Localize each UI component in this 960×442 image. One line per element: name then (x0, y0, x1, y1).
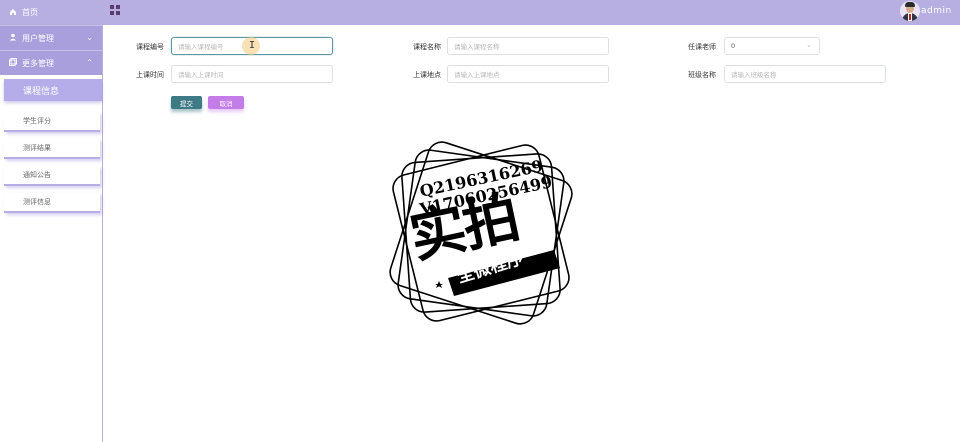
sidebar-item-notice[interactable]: 通知公告 (4, 166, 100, 186)
class-time-label: 上课时间 (136, 71, 164, 79)
text-cursor-icon: I (249, 40, 256, 51)
sidebar: 首页 用户管理 ⌄ 更多管理 ⌃ 课程信息 学生评分 测评结果 通知公告 测评信… (0, 0, 103, 442)
app-root: 首页 用户管理 ⌄ 更多管理 ⌃ 课程信息 学生评分 测评结果 通知公告 测评信… (0, 0, 960, 442)
sidebar-group-more-management[interactable]: 更多管理 ⌃ (0, 50, 102, 75)
sidebar-item-test-result[interactable]: 测评结果 (4, 139, 100, 159)
course-name-input[interactable]: 请输入课程名称 (447, 37, 609, 55)
sidebar-item-test-info[interactable]: 测评信息 (4, 193, 100, 213)
class-location-input[interactable]: 请输入上课地点 (447, 65, 609, 83)
sidebar-item-label: 首页 (22, 8, 38, 17)
home-icon (9, 8, 17, 18)
class-time-input[interactable]: 请输入上课时间 (171, 65, 333, 83)
class-location-label: 上课地点 (413, 71, 441, 79)
sidebar-item-student-score[interactable]: 学生评分 (4, 112, 100, 132)
teacher-label: 任课老师 (688, 43, 716, 51)
copy-icon (9, 58, 17, 68)
teacher-select-value: 0 (731, 42, 736, 50)
class-name-input[interactable]: 请输入班级名称 (724, 65, 886, 83)
user-icon (9, 33, 17, 43)
chevron-up-icon: ⌃ (86, 58, 93, 67)
submit-button[interactable]: 提交 (171, 96, 202, 109)
chevron-down-icon: ⌄ (806, 41, 812, 49)
teacher-select[interactable]: 0 ⌄ (724, 37, 820, 55)
sidebar-subitems: 学生评分 测评结果 通知公告 测评信息 (0, 105, 102, 213)
sidebar-group-user-management[interactable]: 用户管理 ⌄ (0, 25, 102, 50)
sidebar-group-label: 用户管理 (22, 33, 54, 43)
chevron-down-icon: ⌄ (86, 33, 93, 42)
cancel-button[interactable]: 取消 (208, 96, 244, 109)
grid-icon[interactable] (110, 5, 120, 15)
sidebar-item-home[interactable]: 首页 (0, 0, 102, 25)
star-icon (435, 281, 443, 288)
sidebar-group-label: 更多管理 (22, 58, 54, 68)
top-header: admin (103, 0, 960, 25)
sidebar-item-course-info[interactable]: 课程信息 (4, 79, 102, 101)
class-name-label: 班级名称 (688, 71, 716, 79)
course-name-label: 课程名称 (413, 43, 441, 51)
course-no-label: 课程编号 (136, 43, 164, 51)
avatar[interactable] (900, 1, 920, 21)
user-name[interactable]: admin (921, 6, 952, 16)
